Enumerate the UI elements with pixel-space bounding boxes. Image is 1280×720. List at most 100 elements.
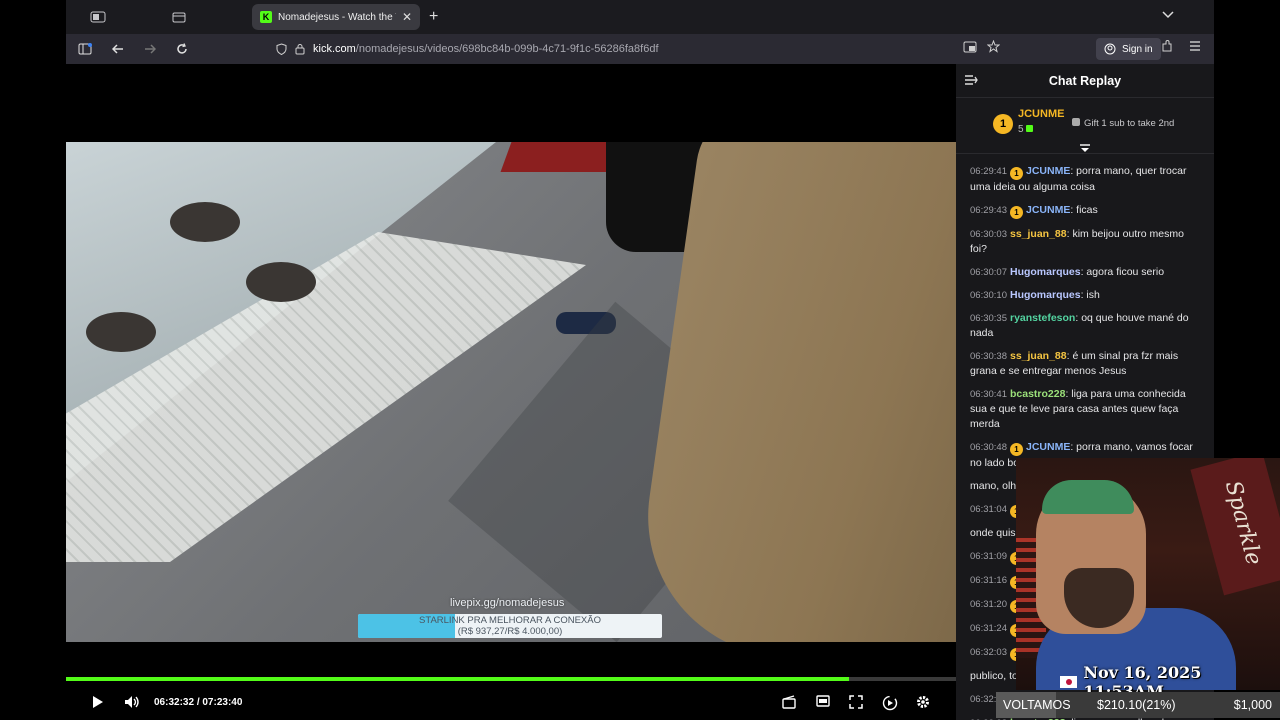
browser-tab-bar: K Nomadejesus - Watch the VOD ✕ + (66, 0, 1214, 34)
theater-mode-icon[interactable] (816, 695, 830, 710)
message-text: agora ficou serio (1086, 266, 1165, 278)
webcam-neon-sign: Sparkle (1190, 458, 1280, 596)
top-gifter-count: 5 (1018, 124, 1034, 135)
gifter-badge-icon: 1 (1009, 167, 1023, 180)
rank-badge: 1 (993, 114, 1013, 134)
playback-speed-icon[interactable] (882, 695, 898, 714)
sidebar-icon[interactable] (78, 43, 92, 55)
chat-message: 06:29:41 1 JCUNME: porra mano, quer trocar… (970, 164, 1200, 195)
video-frame[interactable] (66, 142, 956, 642)
active-tab[interactable]: K Nomadejesus - Watch the VOD ✕ (252, 4, 420, 30)
message-text: mano, olh (970, 480, 1017, 492)
lock-icon[interactable] (295, 43, 305, 55)
donation-site-text: livepix.gg/nomadejesus (450, 597, 565, 609)
fullscreen-icon[interactable] (849, 695, 863, 712)
tab-title: Nomadejesus - Watch the VOD (278, 11, 396, 23)
tab-overview-icon[interactable] (172, 11, 186, 23)
message-username[interactable]: JCUNME (1026, 441, 1070, 453)
message-timestamp: 06:30:03 (970, 229, 1007, 240)
message-timestamp: 06:29:43 (970, 205, 1007, 216)
message-timestamp: 06:29:41 (970, 166, 1007, 177)
list-all-tabs-chevron-icon[interactable] (1162, 8, 1174, 22)
message-timestamp: 06:30:10 (970, 290, 1007, 301)
video-controls: 06:32:32 / 07:23:40 (66, 688, 956, 720)
video-scene-stool (170, 202, 240, 242)
volume-icon[interactable] (124, 695, 140, 712)
gifter-badge-icon: 1 (1009, 443, 1023, 456)
chat-message: 06:30:03 ss_juan_88: kim beijou outro mes… (970, 227, 1200, 257)
tracking-shield-icon[interactable] (276, 43, 287, 55)
webcam-person-cap (1042, 480, 1134, 514)
new-tab-button[interactable]: + (429, 8, 438, 26)
chat-header: Chat Replay (956, 64, 1214, 98)
gift-sub-text: Gift 1 sub to take 2nd (1084, 118, 1175, 129)
hamburger-menu-icon[interactable] (1189, 40, 1201, 52)
message-text: ficas (1076, 204, 1098, 216)
chat-message: 06:29:43 1 JCUNME: ficas (970, 203, 1200, 219)
video-scene-stool (86, 312, 156, 352)
expand-leaderboard-icon[interactable] (1079, 144, 1091, 156)
message-timestamp: 06:31:16 (970, 575, 1007, 586)
chat-title: Chat Replay (1048, 73, 1122, 88)
donation-goal-bar: STARLINK PRA MELHORAR A CONEXÃO (R$ 937,… (358, 614, 662, 638)
message-timestamp: 06:30:35 (970, 313, 1007, 324)
chat-message: 06:30:38 ss_juan_88: é um sinal pra fzr m… (970, 349, 1200, 379)
gift-sub-prompt[interactable]: Gift 1 sub to take 2nd (1072, 118, 1174, 129)
donation-goal-amount: (R$ 937,27/R$ 4.000,00) (457, 626, 563, 637)
top-gifter-name[interactable]: JCUNME (1018, 108, 1064, 120)
chat-message: 06:30:07 Hugomarques: agora ficou serio (970, 265, 1200, 280)
clip-icon[interactable] (782, 695, 796, 712)
back-arrow-icon[interactable] (112, 43, 124, 55)
message-username[interactable]: ryanstefeson (1010, 312, 1075, 324)
chat-message: 06:30:10 Hugomarques: ish (970, 288, 1200, 303)
url-domain: kick.com (313, 43, 356, 55)
extensions-icon[interactable] (1161, 40, 1173, 52)
forward-arrow-icon[interactable] (144, 43, 156, 55)
message-timestamp: 06:31:09 (970, 551, 1007, 562)
message-timestamp: 06:30:07 (970, 267, 1007, 278)
url-bar[interactable]: kick.com/nomadejesus/videos/698bc84b-099… (270, 38, 1074, 60)
japan-flag-icon (1060, 676, 1078, 688)
message-timestamp: 06:30:41 (970, 389, 1007, 400)
message-username[interactable]: JCUNME (1026, 165, 1070, 177)
video-progress-played (66, 677, 850, 681)
time-total: 07:23:40 (202, 697, 243, 708)
video-scene-red-mat (500, 142, 622, 172)
message-timestamp: 06:31:20 (970, 599, 1007, 610)
reload-icon[interactable] (176, 43, 188, 55)
time-current: 06:32:32 (154, 697, 195, 708)
message-username[interactable]: Hugomarques (1010, 266, 1081, 278)
tab-close-icon[interactable]: ✕ (402, 10, 412, 24)
message-username[interactable]: Hugomarques (1010, 289, 1081, 301)
donation-goal-text: STARLINK PRA MELHORAR A CONEXÃO (R$ 937,… (358, 615, 662, 637)
collapse-chat-icon[interactable] (964, 74, 978, 89)
video-scene-stool (246, 262, 316, 302)
message-text: publico, to (970, 670, 1018, 682)
message-timestamp: 06:30:48 (970, 442, 1007, 453)
ticker-label: VOLTAMOS (1003, 698, 1071, 712)
bookmark-star-icon[interactable] (987, 40, 1000, 53)
sign-in-button[interactable]: Sign in (1096, 38, 1161, 60)
message-username[interactable]: bcastro228 (1010, 388, 1065, 400)
gift-count: 5 (1018, 124, 1024, 135)
sidebar-toggle-icon[interactable] (90, 11, 106, 23)
gift-box-icon (1026, 125, 1034, 132)
chat-message: 06:30:35 ryanstefeson: oq que houve mané … (970, 311, 1200, 341)
time-display: 06:32:32 / 07:23:40 (154, 697, 242, 708)
play-icon[interactable] (92, 695, 104, 712)
donation-goal-title: STARLINK PRA MELHORAR A CONEXÃO (419, 615, 601, 626)
webcam-sign-text: Sparkle (1219, 478, 1267, 568)
message-timestamp: 06:30:38 (970, 351, 1007, 362)
message-username[interactable]: JCUNME (1026, 204, 1070, 216)
kick-favicon-icon: K (260, 11, 272, 23)
donation-goal-overlay: livepix.gg/nomadejesus STARLINK PRA MELH… (358, 597, 662, 641)
message-text: onde quis (970, 527, 1016, 539)
ticker-amount: $210.10(21%) (1097, 698, 1176, 712)
settings-gear-icon[interactable] (916, 695, 930, 712)
message-username[interactable]: ss_juan_88 (1010, 350, 1067, 362)
gift-icon (1072, 118, 1080, 126)
date-stamp: Nov 16, 2025 11:53AM (1060, 663, 1280, 701)
video-progress-bar[interactable] (66, 677, 956, 681)
picture-in-picture-icon[interactable] (963, 40, 977, 53)
message-username[interactable]: ss_juan_88 (1010, 228, 1067, 240)
